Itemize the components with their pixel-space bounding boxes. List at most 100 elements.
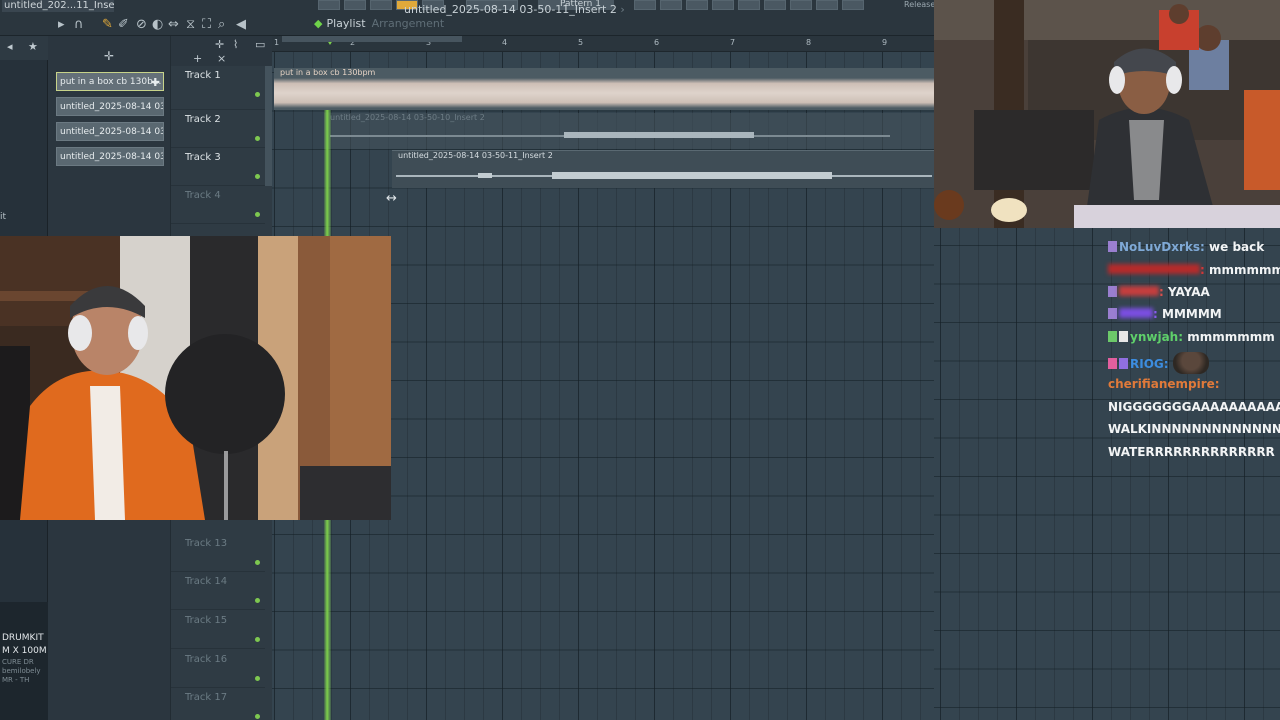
release-label: Release xyxy=(904,0,936,9)
chat-username: cherifianempire xyxy=(1108,377,1215,391)
audio-clip-vocal[interactable]: untitled_2025-08-14 03-50-11_Insert 2 xyxy=(392,150,934,188)
tool-button[interactable] xyxy=(634,0,656,10)
clip-source-item[interactable]: untitled_2025-08-14 03-... xyxy=(56,147,164,166)
delete-icon[interactable]: ⊘ xyxy=(136,18,147,32)
star-badge-icon xyxy=(1119,358,1128,369)
tool-button[interactable] xyxy=(660,0,682,10)
chat-username: RIOG xyxy=(1130,357,1164,371)
tool-button[interactable] xyxy=(816,0,838,10)
current-clip-name: untitled_2025-08-14 03-50-11_Insert 2 xyxy=(404,3,617,16)
resize-cursor-icon: ↔ xyxy=(386,191,397,206)
tool-button[interactable] xyxy=(712,0,734,10)
subscriber-badge-icon xyxy=(1108,286,1117,297)
magnet-icon[interactable]: ∩ xyxy=(74,18,84,32)
track-active-dot[interactable] xyxy=(255,676,260,681)
tool-button[interactable] xyxy=(764,0,786,10)
slice-icon[interactable]: ⧖ xyxy=(186,18,195,32)
plus-icon[interactable]: ✚ xyxy=(151,73,160,90)
track-header[interactable]: Track 2 xyxy=(171,110,273,148)
stream-chat: NoLuvDxrks: we back : mmmmmmm : YAYAA : … xyxy=(1104,238,1280,468)
emote-icon xyxy=(1172,352,1209,374)
chat-separator: : xyxy=(1163,357,1169,371)
chat-message: cherifianempire: xyxy=(1108,377,1220,391)
close-icon[interactable]: × xyxy=(217,52,226,65)
clip-source-item[interactable]: put in a box cb 130b... ✚ xyxy=(56,72,164,91)
track-active-dot[interactable] xyxy=(255,560,260,565)
tool-button[interactable] xyxy=(842,0,864,10)
move-icon[interactable]: ✛ xyxy=(104,49,114,63)
tool-button[interactable] xyxy=(738,0,760,10)
clip-title: untitled_2025-08-14 03-50-10_Insert 2 xyxy=(330,113,485,122)
track-active-dot[interactable] xyxy=(255,174,260,179)
playlist-toolbar: ▸ ∩ ✎ ✐ ⊘ ◐ ⇔ ⧖ ⛶ ⌕ ◀ ◆ Playlist Arrangeme… xyxy=(52,14,934,36)
subscriber-badge-icon xyxy=(1108,241,1117,252)
plus-icon[interactable]: + xyxy=(193,52,202,65)
track-header[interactable]: Track 14 xyxy=(171,572,265,610)
track-active-dot[interactable] xyxy=(255,714,260,719)
track-header[interactable]: Track 3 xyxy=(171,148,273,186)
menu-icon[interactable]: ▭ xyxy=(255,38,265,51)
tool-button[interactable] xyxy=(318,0,340,10)
track-active-dot[interactable] xyxy=(255,136,260,141)
tool-button[interactable] xyxy=(370,0,392,10)
star-icon[interactable]: ★ xyxy=(28,40,38,53)
browser-item[interactable]: DRUMKIT xyxy=(0,632,48,645)
slip-icon[interactable]: ⇔ xyxy=(168,18,179,32)
browser-item-label[interactable]: it xyxy=(0,212,6,222)
browser-item[interactable]: CURE DR xyxy=(0,658,48,667)
track-header[interactable]: Track 4 xyxy=(171,186,265,224)
zoom-icon[interactable]: ⌕ xyxy=(218,18,225,32)
browser-item[interactable]: M X 100M xyxy=(0,645,48,658)
chat-text: mmmmmmm xyxy=(1187,330,1275,344)
brush-icon[interactable]: ✐ xyxy=(118,18,129,32)
current-clip-label: untitled_2025-08-14 03-50-11_Insert 2 › xyxy=(404,3,625,16)
track-header[interactable]: Track 13 xyxy=(171,534,265,572)
waveform-peak xyxy=(552,172,832,179)
arrow-icon[interactable]: ◂ xyxy=(7,40,13,53)
track-active-dot[interactable] xyxy=(255,637,260,642)
horizontal-scrollbar[interactable] xyxy=(282,36,462,42)
clip-panel-header: ✛ xyxy=(48,36,170,66)
track-active-dot[interactable] xyxy=(255,92,260,97)
browser-item[interactable]: MR - TH xyxy=(0,676,48,685)
mute-icon[interactable]: ◐ xyxy=(152,18,163,32)
clip-source-label: untitled_2025-08-14 03-... xyxy=(60,152,163,162)
tool-button[interactable] xyxy=(344,0,366,10)
track-name: Track 3 xyxy=(185,152,221,163)
pencil-icon[interactable]: ✎ xyxy=(102,18,113,32)
chat-text-continued: WALKINNNNNNNNNNNNN xyxy=(1108,422,1280,436)
chat-text: YAYAA xyxy=(1168,285,1210,299)
browser-item[interactable]: bemilobely xyxy=(0,667,48,676)
track-name: Track 2 xyxy=(185,114,221,125)
select-icon[interactable]: ⛶ xyxy=(202,18,211,32)
clip-source-label: untitled_2025-08-14 03-... xyxy=(60,127,163,137)
censored-username xyxy=(1108,264,1200,274)
move-icon[interactable]: ✛ xyxy=(215,38,224,51)
verified-badge-icon xyxy=(1119,331,1128,342)
chat-message: ynwjah: mmmmmmm xyxy=(1108,330,1275,344)
track-header[interactable]: Track 1 xyxy=(171,66,273,110)
webcam-image-right xyxy=(934,0,1280,228)
mod-badge-icon xyxy=(1108,331,1117,342)
track-header[interactable]: Track 15 xyxy=(171,611,265,649)
clip-source-label: untitled_2025-08-14 03-... xyxy=(60,102,163,112)
track-header[interactable]: Track 16 xyxy=(171,650,265,688)
clip-source-item[interactable]: untitled_2025-08-14 03-... xyxy=(56,97,164,116)
tool-button[interactable] xyxy=(790,0,812,10)
play-arrow-icon[interactable]: ▸ xyxy=(58,18,65,32)
playlist-subtitle: Arrangement xyxy=(371,17,445,30)
track-name: Track 13 xyxy=(185,538,228,549)
chat-separator: : xyxy=(1200,263,1205,277)
chat-separator: : xyxy=(1178,330,1184,344)
audio-clip-ghost[interactable]: untitled_2025-08-14 03-50-10_Insert 2 xyxy=(324,113,934,149)
chat-separator: : xyxy=(1200,240,1205,254)
track-active-dot[interactable] xyxy=(255,598,260,603)
track-active-dot[interactable] xyxy=(255,212,260,217)
speaker-icon[interactable]: ◀ xyxy=(236,18,246,32)
tool-button[interactable] xyxy=(686,0,708,10)
brush-icon[interactable]: ⌇ xyxy=(233,38,238,51)
audio-clip-beat[interactable]: put in a box cb 130bpm xyxy=(274,68,934,110)
clip-source-item[interactable]: untitled_2025-08-14 03-... xyxy=(56,122,164,141)
track-name: Track 1 xyxy=(185,70,221,81)
track-header[interactable]: Track 17 xyxy=(171,688,265,720)
